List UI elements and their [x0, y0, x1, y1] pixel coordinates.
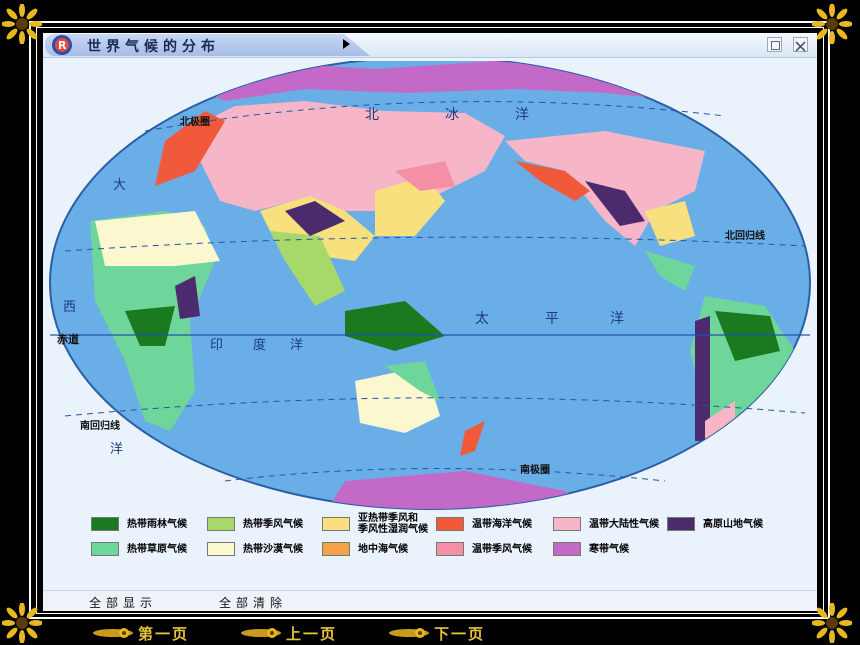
legend-label: 地中海气候 — [358, 543, 408, 555]
svg-text:R: R — [58, 39, 67, 52]
bottom-toolbar: 全部显示 全部清除 — [43, 590, 817, 611]
app-logo-icon: R — [52, 35, 72, 55]
legend-label: 亚热带季风和 季风性湿润气候 — [358, 513, 428, 535]
sunflower-icon — [2, 603, 42, 643]
show-all-button[interactable]: 全部显示 — [89, 594, 157, 611]
sunflower-icon — [812, 603, 852, 643]
nav-next-page[interactable]: 下一页 — [388, 622, 485, 644]
label-pacific-tai: 太 — [475, 311, 489, 327]
legend-label: 热带季风气候 — [243, 518, 303, 530]
label-equator: 赤道 — [57, 332, 79, 346]
legend-item-temperate-oceanic[interactable]: 温带海洋气候 — [436, 514, 532, 534]
legend-item-rainforest[interactable]: 热带雨林气候 — [91, 514, 187, 534]
nav-prev-page[interactable]: 上一页 — [240, 622, 337, 644]
restore-icon — [771, 41, 780, 50]
legend-label: 热带草原气候 — [127, 543, 187, 555]
legend-swatch — [553, 517, 581, 531]
window-title: 世界气候的分布 — [87, 39, 220, 55]
label-xi: 西 — [63, 300, 76, 315]
nav-next-label: 下一页 — [434, 624, 486, 643]
legend-item-tropical-monsoon[interactable]: 热带季风气候 — [207, 514, 303, 534]
sunflower-pointer-icon — [241, 628, 281, 638]
legend-swatch — [322, 542, 350, 556]
nav-first-label: 第一页 — [138, 624, 190, 643]
legend-swatch — [553, 542, 581, 556]
legend-item-temperate-continental[interactable]: 温带大陆性气候 — [553, 514, 659, 534]
nav-first-page[interactable]: 第一页 — [92, 622, 189, 644]
label-north: 北 — [365, 107, 379, 123]
legend-label: 热带沙漠气候 — [243, 543, 303, 555]
label-antarctic-circle: 南极圈 — [520, 463, 550, 476]
restore-button[interactable] — [767, 37, 782, 52]
label-atlantic-yang: 洋 — [110, 442, 123, 457]
climate-map-window: R 世界气候的分布 北极圈 北 冰 洋 北回归线 大 西 赤道 印 度 洋 太 … — [43, 33, 817, 611]
legend-swatch — [207, 517, 235, 531]
legend-item-subtropical-monsoon[interactable]: 亚热带季风和 季风性湿润气候 — [322, 511, 428, 537]
clear-all-button[interactable]: 全部清除 — [219, 594, 287, 611]
legend-label: 温带大陆性气候 — [589, 518, 659, 530]
legend-item-polar[interactable]: 寒带气候 — [553, 539, 629, 559]
legend-swatch — [91, 542, 119, 556]
title-bar: R 世界气候的分布 — [43, 33, 817, 58]
label-arctic-circle: 北极圈 — [180, 115, 210, 128]
close-icon — [795, 41, 806, 52]
label-tropic-cancer: 北回归线 — [725, 229, 765, 242]
label-pacific-ping: 平 — [545, 311, 559, 327]
label-indian-du: 度 — [253, 337, 266, 353]
label-da: 大 — [113, 178, 126, 193]
legend-label: 寒带气候 — [589, 543, 629, 555]
legend-swatch — [207, 542, 235, 556]
legend-label: 温带海洋气候 — [472, 518, 532, 530]
legend-item-temperate-monsoon[interactable]: 温带季风气候 — [436, 539, 532, 559]
legend-swatch — [667, 517, 695, 531]
legend-item-highland[interactable]: 高原山地气候 — [667, 514, 763, 534]
world-climate-map: 北极圈 北 冰 洋 北回归线 大 西 赤道 印 度 洋 太 平 洋 南回归线 洋… — [49, 61, 811, 510]
legend-swatch — [436, 517, 464, 531]
sunflower-pointer-icon — [389, 628, 429, 638]
nav-prev-label: 上一页 — [286, 624, 338, 643]
label-indian-yang: 洋 — [290, 338, 303, 353]
legend-label: 高原山地气候 — [703, 518, 763, 530]
play-icon[interactable] — [343, 39, 350, 49]
legend-item-desert[interactable]: 热带沙漠气候 — [207, 539, 303, 559]
legend-item-mediterranean[interactable]: 地中海气候 — [322, 539, 408, 559]
legend-swatch — [91, 517, 119, 531]
legend-swatch — [322, 517, 350, 531]
sunflower-icon — [2, 4, 42, 44]
legend-label: 温带季风气候 — [472, 543, 532, 555]
label-ice: 冰 — [445, 107, 459, 123]
label-tropic-capricorn: 南回归线 — [80, 419, 120, 432]
label-indian-yin: 印 — [210, 338, 223, 353]
label-pacific-yang: 洋 — [610, 311, 624, 327]
legend-item-savanna[interactable]: 热带草原气候 — [91, 539, 187, 559]
label-ocean-top: 洋 — [515, 107, 529, 123]
legend-swatch — [436, 542, 464, 556]
sunflower-pointer-icon — [93, 628, 133, 638]
legend-label: 热带雨林气候 — [127, 518, 187, 530]
sunflower-icon — [812, 4, 852, 44]
close-button[interactable] — [793, 37, 808, 52]
